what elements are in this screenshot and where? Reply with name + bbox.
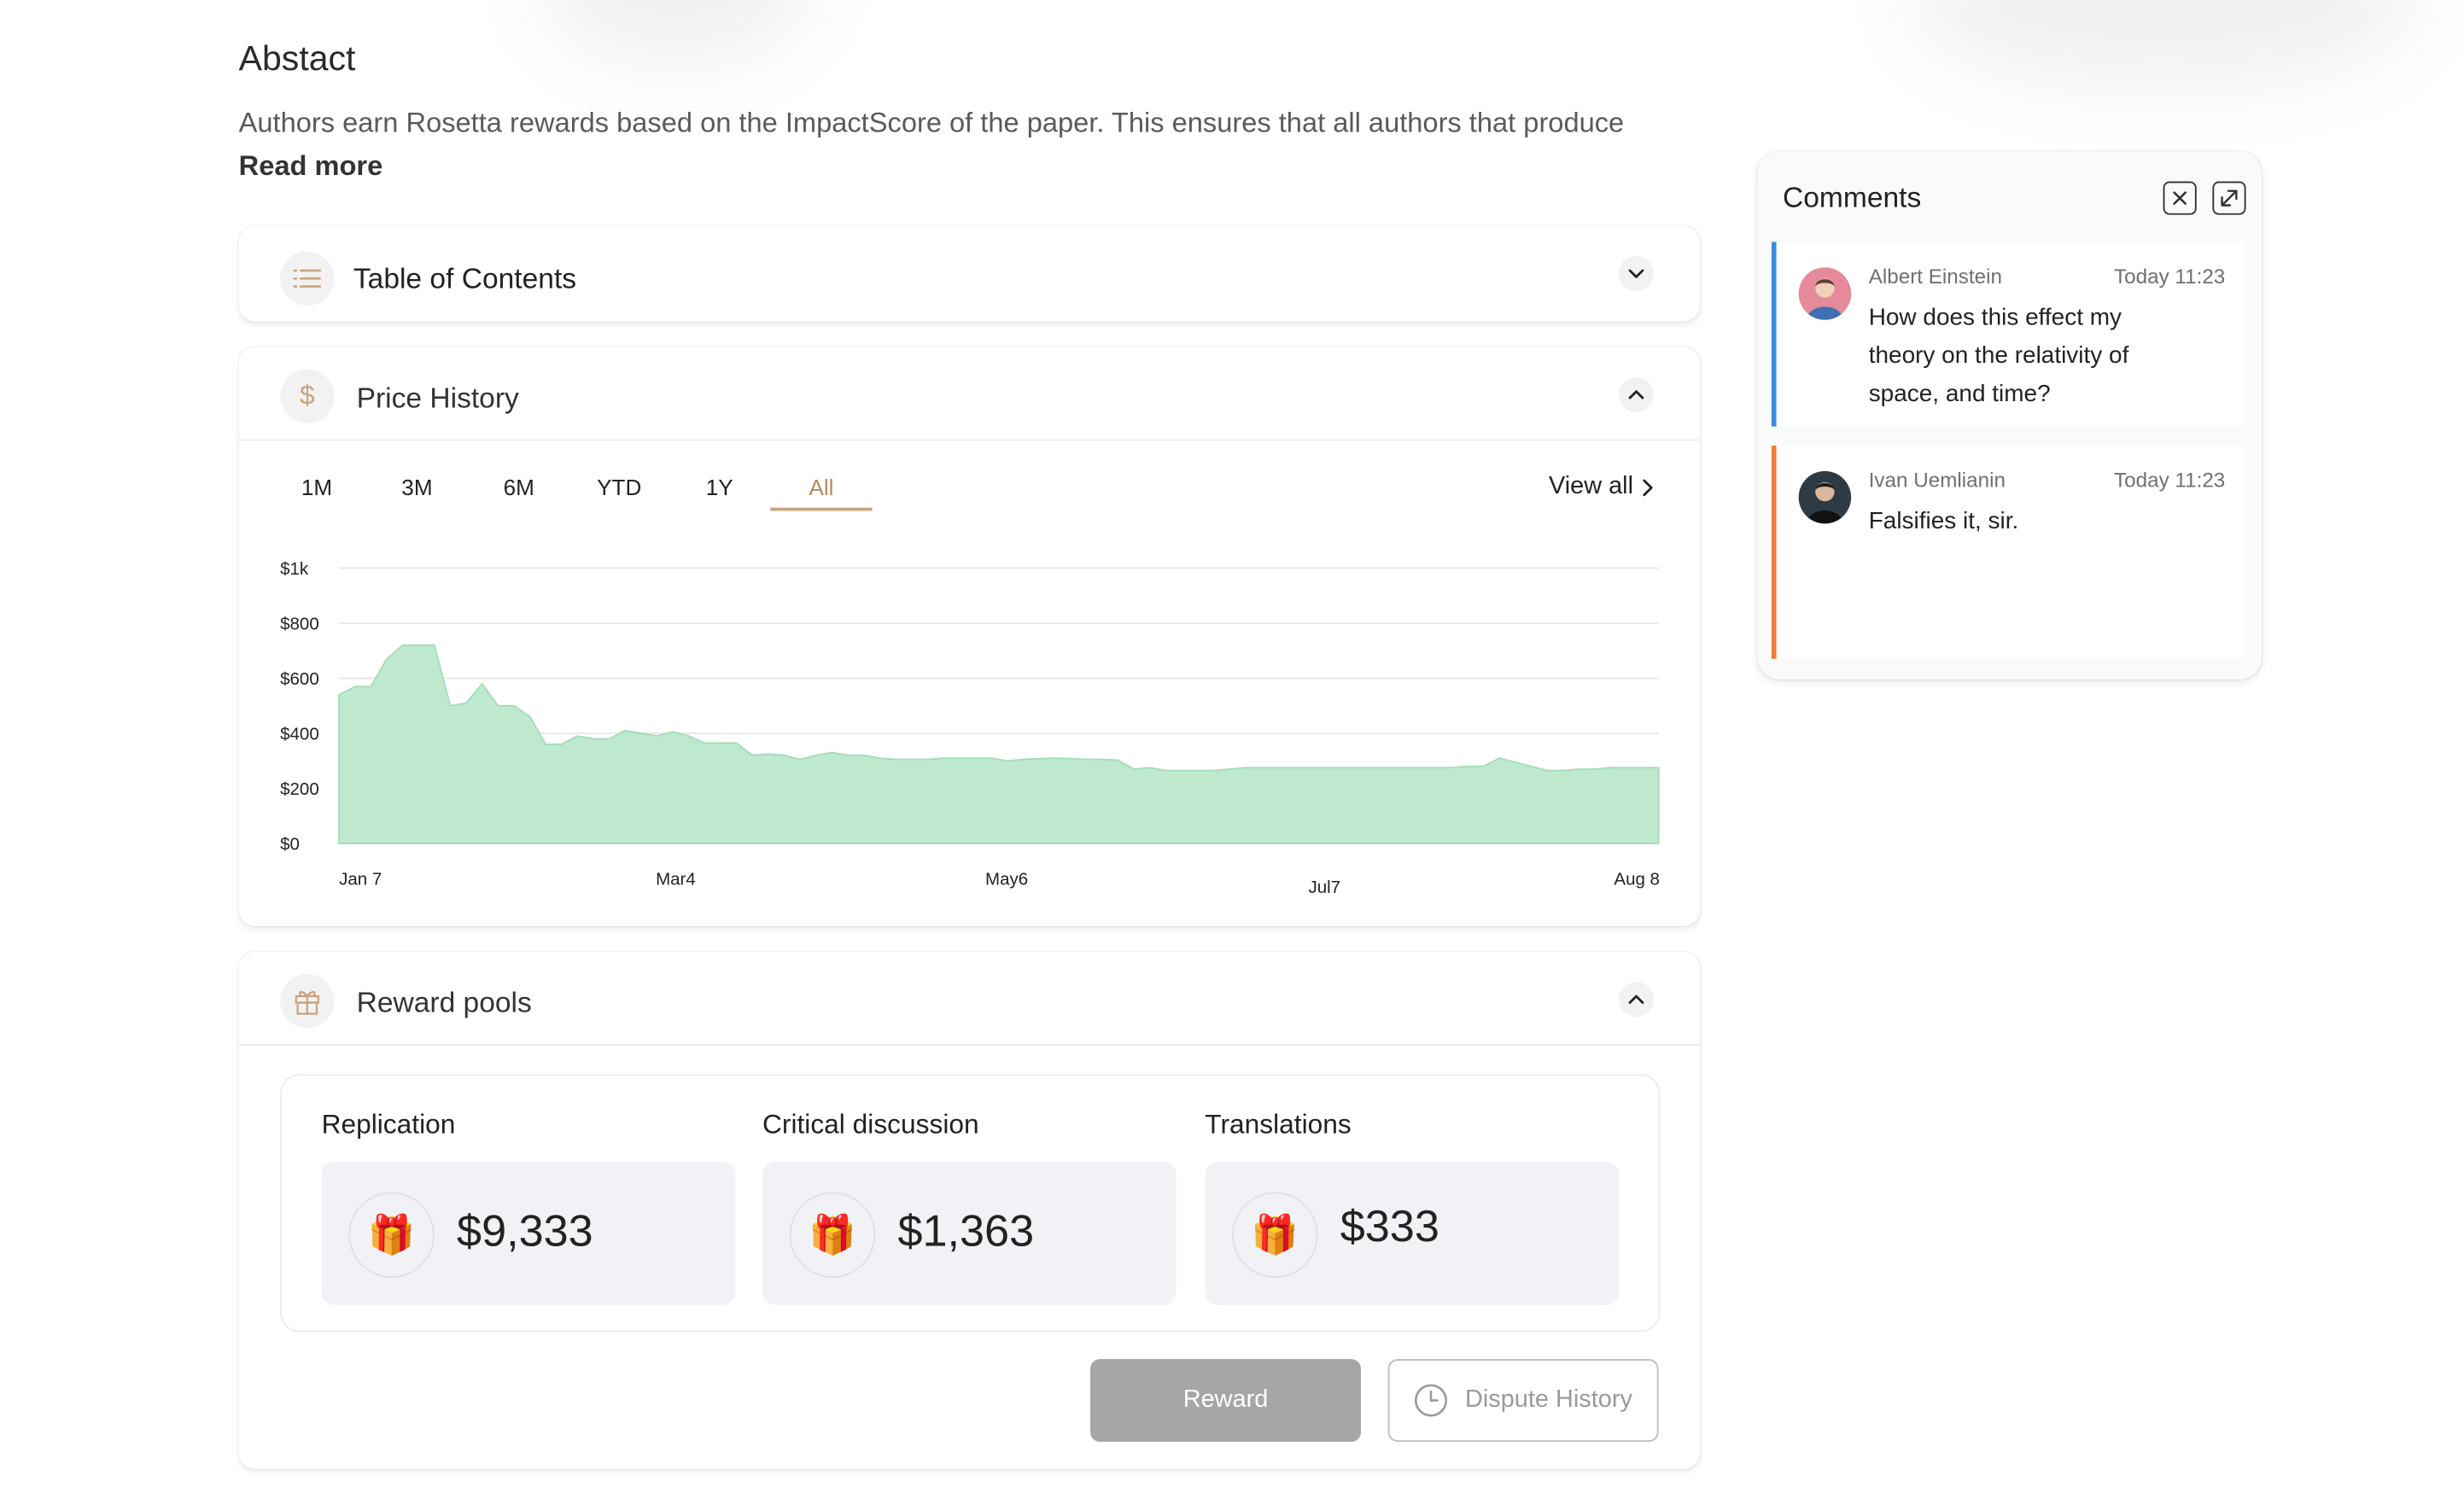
pool-amount: $333: [1340, 1201, 1439, 1251]
comments-panel: Comments Albert Einstein Today 11:23 How…: [1757, 151, 2263, 680]
chevron-up-icon[interactable]: [1618, 982, 1655, 1018]
chart-y-tick-label: $0: [280, 835, 300, 854]
chart-x-tick-label: Mar4: [656, 870, 696, 889]
avatar[interactable]: [1798, 267, 1852, 320]
pool-amount: $1,363: [897, 1206, 1035, 1256]
dispute-history-label: Dispute History: [1465, 1385, 1632, 1414]
chart-area-series: [338, 644, 1660, 845]
chart-x-tick-label: Jul7: [1308, 878, 1340, 897]
comment-accent-bar: [1771, 446, 1777, 659]
comment-author: Albert Einstein: [1868, 264, 2002, 289]
chart-x-tick-label: May6: [985, 870, 1028, 889]
gift-icon: 🎁: [348, 1192, 435, 1279]
avatar[interactable]: [1798, 470, 1852, 524]
section-divider: [238, 1043, 1701, 1046]
pool-amount: $9,333: [457, 1206, 593, 1256]
gift-icon: 🎁: [789, 1192, 876, 1279]
gift-outline-icon: [280, 973, 335, 1029]
reward-pools-title: Reward pools: [356, 986, 532, 1019]
gift-icon: 🎁: [1231, 1192, 1318, 1279]
chart-y-tick-label: $1k: [280, 559, 309, 579]
chart-y-tick-label: $200: [280, 779, 319, 799]
chart-y-tick-label: $400: [280, 725, 319, 744]
pool-label-critical-discussion: Critical discussion: [762, 1109, 979, 1140]
clock-icon: [1415, 1384, 1448, 1417]
pool-tile-replication: 🎁 $9,333: [321, 1161, 736, 1305]
chart-x-tick-label: Jan 7: [339, 870, 382, 889]
pool-label-translations: Translations: [1205, 1109, 1352, 1140]
chart-y-tick-label: $800: [280, 615, 319, 634]
pool-tile-translations: 🎁 $333: [1205, 1161, 1619, 1305]
comment-accent-bar: [1771, 242, 1777, 427]
comment-text: Falsifies it, sir.: [1868, 507, 2019, 535]
dispute-history-button[interactable]: Dispute History: [1387, 1359, 1659, 1443]
comment-time: Today 11:23: [2114, 468, 2226, 493]
comment-item: Ivan Uemlianin Today 11:23 Falsifies it,…: [1771, 446, 2245, 659]
chart-y-tick-label: $600: [280, 669, 319, 689]
expand-icon[interactable]: [2212, 181, 2246, 215]
chart-x-tick-label: Aug 8: [1614, 870, 1660, 889]
comments-title: Comments: [1783, 181, 1922, 213]
comment-time: Today 11:23: [2114, 264, 2226, 289]
comment-author: Ivan Uemlianin: [1868, 468, 2006, 493]
close-icon[interactable]: [2163, 181, 2197, 215]
comment-text: How does this effect my theory on the re…: [1868, 304, 2129, 408]
comment-item: Albert Einstein Today 11:23 How does thi…: [1771, 242, 2245, 427]
pool-label-replication: Replication: [321, 1109, 456, 1140]
reward-button[interactable]: Reward: [1090, 1359, 1361, 1443]
pool-tile-critical-discussion: 🎁 $1,363: [762, 1161, 1177, 1305]
reward-pools-box: Replication Critical discussion Translat…: [280, 1074, 1661, 1333]
